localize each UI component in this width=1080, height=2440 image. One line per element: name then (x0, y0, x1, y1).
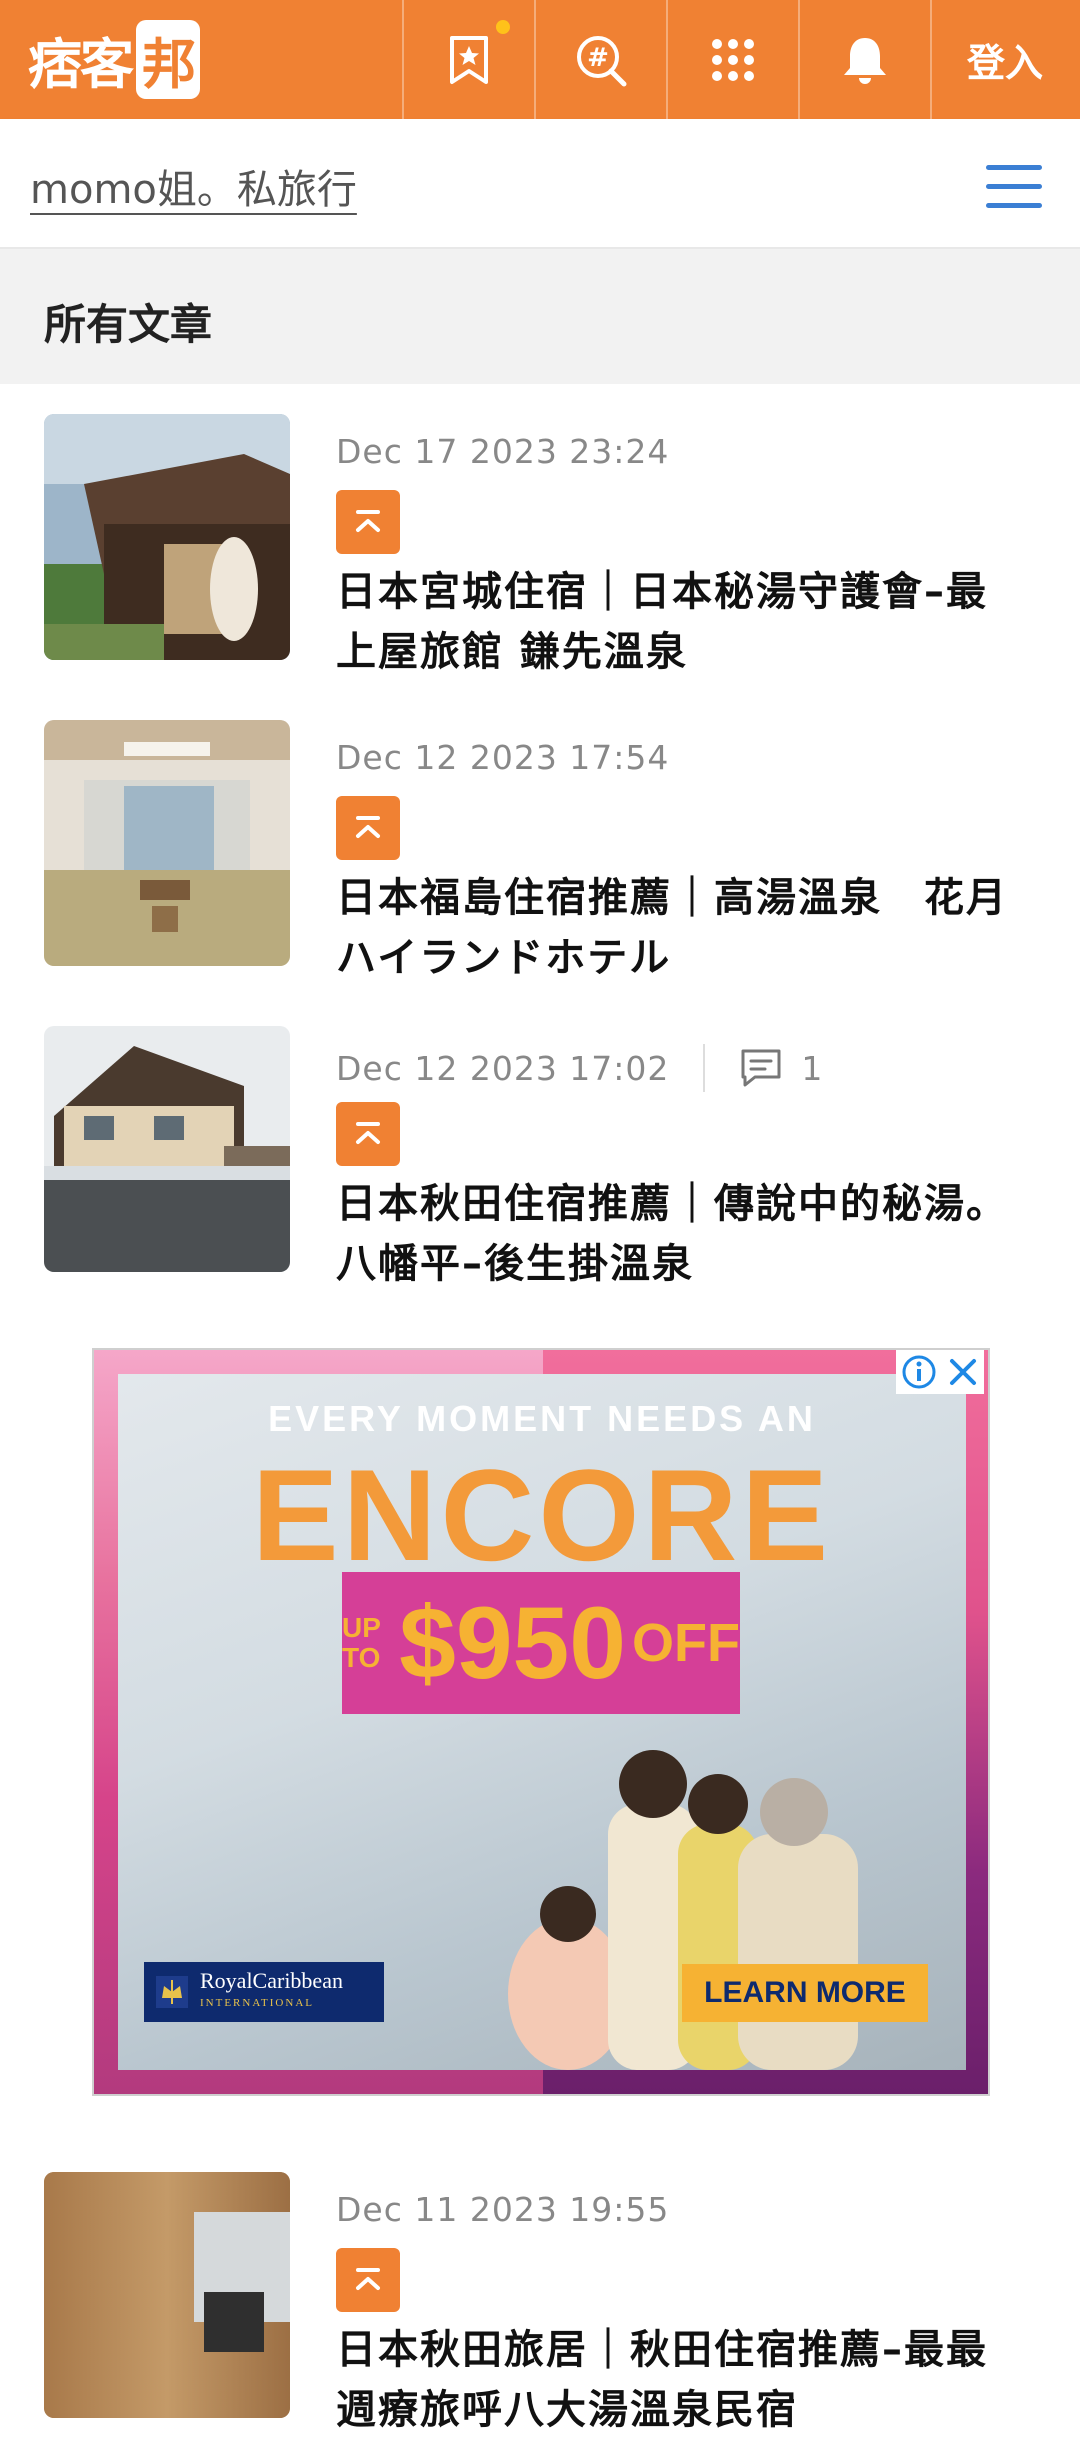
ad-price-box: UP TO $950 OFF (342, 1572, 740, 1714)
article-item[interactable]: Dec 17 2023 23:24 日本宮城住宿｜日本秘湯守護會–最上屋旅館 鎌… (0, 414, 1080, 675)
article-thumbnail[interactable] (44, 720, 290, 966)
section-header: 所有文章 (0, 249, 1080, 384)
comment-count[interactable]: 1 (801, 1049, 823, 1088)
notifications-button[interactable] (798, 0, 930, 119)
meta-separator (703, 1044, 706, 1092)
ad-brand-sub: INTERNATIONAL (200, 1997, 314, 2009)
article-item[interactable]: Dec 12 2023 17:54 日本福島住宿推薦｜高湯溫泉 花月ハイランドホ… (0, 720, 1080, 981)
notification-dot (496, 20, 510, 34)
apps-grid-button[interactable] (666, 0, 798, 119)
ad-brand-logo: RoyalCaribbean INTERNATIONAL (144, 1962, 384, 2022)
logo-badge: 邦 (136, 20, 200, 99)
hashtag-search-button[interactable]: # (534, 0, 666, 119)
ad-creative[interactable]: EVERY MOMENT NEEDS AN ENCORE UP TO $950 … (118, 1374, 966, 2070)
article-thumbnail[interactable] (44, 2172, 290, 2418)
bookmark-button[interactable] (402, 0, 534, 119)
ad-amount: $950 (399, 1585, 627, 1700)
article-date: Dec 12 2023 17:54 (336, 738, 670, 777)
blog-header: momo姐。私旅行 (0, 119, 1080, 249)
svg-text:#: # (587, 43, 609, 73)
pinned-badge (336, 2248, 400, 2312)
pin-top-icon (356, 1122, 380, 1144)
logo-mark: 痞客 邦 (28, 20, 200, 99)
article-item[interactable]: Dec 12 2023 17:02 1 日本秋田住宿推薦｜傳說中的秘湯。八幡平–… (0, 1026, 1080, 1287)
logo-text: 痞客 (28, 33, 134, 96)
article-meta: Dec 12 2023 17:54 (336, 738, 669, 777)
article-title[interactable]: 日本福島住宿推薦｜高湯溫泉 花月ハイランドホテル (336, 868, 1026, 988)
article-title[interactable]: 日本秋田旅居｜秋田住宿推薦–最最週療旅呼八大湯溫泉民宿 (336, 2320, 1026, 2440)
article-thumbnail[interactable] (44, 1026, 290, 1272)
top-navigation-bar: 痞客 邦 # 登入 (0, 0, 1080, 119)
article-meta: Dec 12 2023 17:02 1 (336, 1044, 823, 1092)
info-icon[interactable] (901, 1354, 937, 1390)
site-logo[interactable]: 痞客 邦 (0, 0, 402, 119)
bell-icon (844, 37, 886, 84)
article-date: Dec 12 2023 17:02 (336, 1048, 670, 1088)
pin-top-icon (356, 2268, 380, 2290)
ad-encore-text: ENCORE (251, 1442, 833, 1588)
article-date: Dec 11 2023 19:55 (336, 2190, 670, 2229)
hamburger-icon[interactable] (986, 165, 1042, 209)
grid-icon (712, 38, 754, 81)
advertisement-banner[interactable]: EVERY MOMENT NEEDS AN ENCORE UP TO $950 … (92, 1348, 990, 2096)
pinned-badge (336, 1102, 400, 1166)
ad-choices[interactable] (896, 1350, 984, 1394)
ad-off: OFF (632, 1613, 740, 1673)
bookmark-star-icon (450, 35, 488, 84)
pin-top-icon (356, 510, 380, 532)
close-icon[interactable] (947, 1356, 979, 1388)
ad-upto: UP TO (342, 1612, 381, 1673)
ad-brand-name: RoyalCaribbean (200, 1968, 343, 1993)
article-date: Dec 17 2023 23:24 (336, 432, 670, 471)
pinned-badge (336, 796, 400, 860)
article-title[interactable]: 日本宮城住宿｜日本秘湯守護會–最上屋旅館 鎌先溫泉 (336, 562, 1026, 682)
blog-title[interactable]: momo姐。私旅行 (30, 157, 357, 215)
article-meta: Dec 17 2023 23:24 (336, 432, 669, 471)
section-title: 所有文章 (44, 300, 213, 349)
login-button[interactable]: 登入 (930, 0, 1078, 119)
article-meta: Dec 11 2023 19:55 (336, 2190, 669, 2229)
article-title[interactable]: 日本秋田住宿推薦｜傳說中的秘湯。八幡平–後生掛溫泉 (336, 1174, 1026, 1294)
royal-caribbean-crown-icon (156, 1976, 188, 2008)
article-item[interactable]: Dec 11 2023 19:55 日本秋田旅居｜秋田住宿推薦–最最週療旅呼八大… (0, 2172, 1080, 2433)
ad-learn-more-button[interactable]: LEARN MORE (682, 1964, 928, 2022)
article-thumbnail[interactable] (44, 414, 290, 660)
hashtag-search-icon: # (577, 35, 627, 86)
ad-headline: EVERY MOMENT NEEDS AN (268, 1398, 816, 1439)
pinned-badge (336, 490, 400, 554)
comment-icon (741, 1049, 781, 1087)
pin-top-icon (356, 816, 380, 838)
